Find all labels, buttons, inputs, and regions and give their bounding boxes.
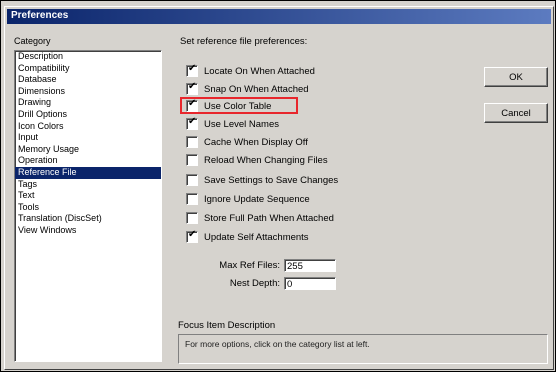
cancel-button[interactable]: Cancel [484,103,548,123]
category-item-input[interactable]: Input [15,132,161,144]
max-ref-files-input[interactable]: 255 [284,259,336,272]
category-item-database[interactable]: Database [15,74,161,86]
option-label: Save Settings to Save Changes [204,174,339,186]
category-item-tools[interactable]: Tools [15,202,161,214]
option-store-full-path[interactable]: Store Full Path When Attached [186,211,334,225]
option-snap-on-attached[interactable]: Snap On When Attached [186,81,309,96]
category-item-description[interactable]: Description [15,51,161,63]
category-item-text[interactable]: Text [15,190,161,202]
focus-description-box: For more options, click on the category … [178,334,548,364]
checkbox[interactable] [186,136,198,148]
nest-depth-input[interactable]: 0 [284,277,336,290]
option-save-settings[interactable]: Save Settings to Save Changes [186,173,338,187]
checkbox[interactable] [186,193,198,205]
option-label: Reload When Changing Files [204,154,328,166]
category-item-translation[interactable]: Translation (DiscSet) [15,213,161,225]
use-color-table-highlight [180,97,298,114]
option-label: Cache When Display Off [204,136,308,148]
option-label: Store Full Path When Attached [204,212,334,224]
option-label: Snap On When Attached [204,83,309,95]
focus-description-label: Focus Item Description [178,320,276,331]
option-ignore-update-sequence[interactable]: Ignore Update Sequence [186,192,310,206]
option-label: Ignore Update Sequence [204,193,310,205]
category-label: Category [14,36,51,46]
panel-header: Set reference file preferences: [180,36,308,47]
category-item-icon-colors[interactable]: Icon Colors [15,121,161,133]
category-item-operation[interactable]: Operation [15,155,161,167]
option-reload-changing-files[interactable]: Reload When Changing Files [186,153,328,167]
category-item-drill-options[interactable]: Drill Options [15,109,161,121]
checkbox[interactable] [186,212,198,224]
option-label: Locate On When Attached [204,65,315,77]
focus-description-text: For more options, click on the category … [185,339,370,349]
option-use-level-names[interactable]: Use Level Names [186,116,279,131]
checkbox[interactable] [186,81,198,95]
max-ref-files-label: Max Ref Files: [219,260,280,271]
checkbox[interactable] [186,229,198,243]
max-ref-files-row: Max Ref Files: 255 [200,259,336,272]
category-item-reference-file[interactable]: Reference File [15,166,161,179]
screen: Preferences Category Description Compati… [0,0,556,372]
checkbox[interactable] [186,116,198,130]
checkbox[interactable] [186,174,198,186]
option-cache-display-off[interactable]: Cache When Display Off [186,135,308,149]
window-title: Preferences [11,10,69,21]
option-label: Update Self Attachments [204,231,309,243]
option-locate-on-attached[interactable]: Locate On When Attached [186,63,315,78]
checkbox[interactable] [186,154,198,166]
category-item-memory-usage[interactable]: Memory Usage [15,144,161,156]
title-bar[interactable]: Preferences [7,9,551,24]
ok-button[interactable]: OK [484,67,548,87]
option-update-self-attachments[interactable]: Update Self Attachments [186,229,309,244]
option-label: Use Level Names [204,118,279,130]
category-item-dimensions[interactable]: Dimensions [15,86,161,98]
category-list[interactable]: Description Compatibility Database Dimen… [14,50,162,362]
category-item-view-windows[interactable]: View Windows [15,225,161,237]
nest-depth-row: Nest Depth: 0 [200,277,336,290]
checkbox[interactable] [186,63,198,77]
category-item-drawing[interactable]: Drawing [15,97,161,109]
category-item-compatibility[interactable]: Compatibility [15,63,161,75]
nest-depth-label: Nest Depth: [229,278,280,289]
category-item-tags[interactable]: Tags [15,179,161,191]
